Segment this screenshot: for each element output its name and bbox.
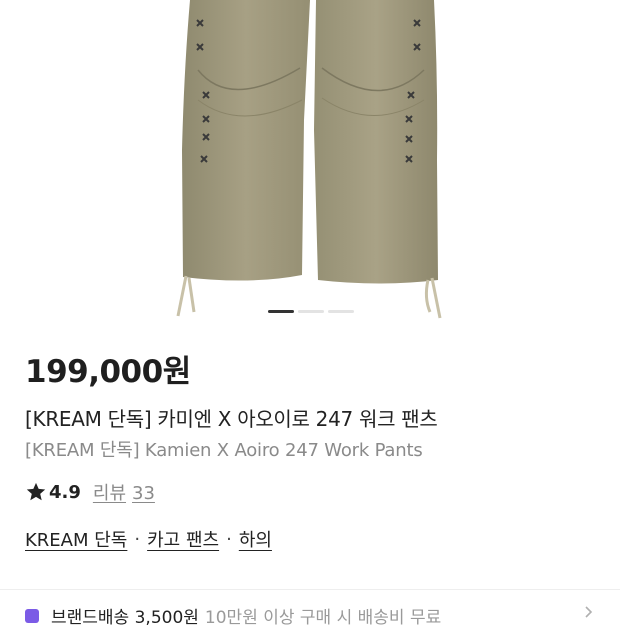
category-separator: · [134, 528, 141, 550]
review-count: 33 [132, 483, 155, 504]
brand-delivery-icon [25, 608, 39, 623]
product-image [176, 0, 442, 319]
section-divider [0, 589, 620, 590]
product-title-korean: [KREAM 단독] 카미엔 X 아오이로 247 워크 팬츠 [25, 407, 438, 431]
star-icon [26, 482, 46, 501]
category-link-cargo-pants[interactable]: 카고 팬츠 [147, 526, 219, 552]
review-link[interactable]: 리뷰 33 [93, 479, 155, 505]
category-link-bottoms[interactable]: 하의 [239, 526, 272, 552]
review-label: 리뷰 [92, 483, 127, 504]
product-price: 199,000원 [25, 354, 191, 390]
category-breadcrumb: KREAM 단독 · 카고 팬츠 · 하의 [25, 526, 272, 552]
category-separator: · [226, 528, 232, 550]
product-image-carousel[interactable] [0, 0, 620, 330]
carousel-dot[interactable] [328, 310, 354, 313]
shipping-label: 브랜드배송 3,500원 [51, 608, 199, 628]
shipping-info-row[interactable]: 브랜드배송 3,500원 10만원 이상 구매 시 배송비 무료 [25, 603, 441, 628]
carousel-dot[interactable] [298, 310, 324, 313]
chevron-right-icon[interactable] [582, 606, 594, 618]
rating-value: 4.9 [49, 481, 81, 503]
product-title-english: [KREAM 단독] Kamien X Aoiro 247 Work Pants [25, 440, 423, 461]
carousel-indicator [268, 310, 354, 313]
rating-summary: 4.9 리뷰 33 [25, 479, 155, 505]
category-link-kream-exclusive[interactable]: KREAM 단독 [25, 526, 127, 552]
shipping-free-condition: 10만원 이상 구매 시 배송비 무료 [204, 608, 442, 628]
carousel-dot[interactable] [268, 310, 294, 313]
